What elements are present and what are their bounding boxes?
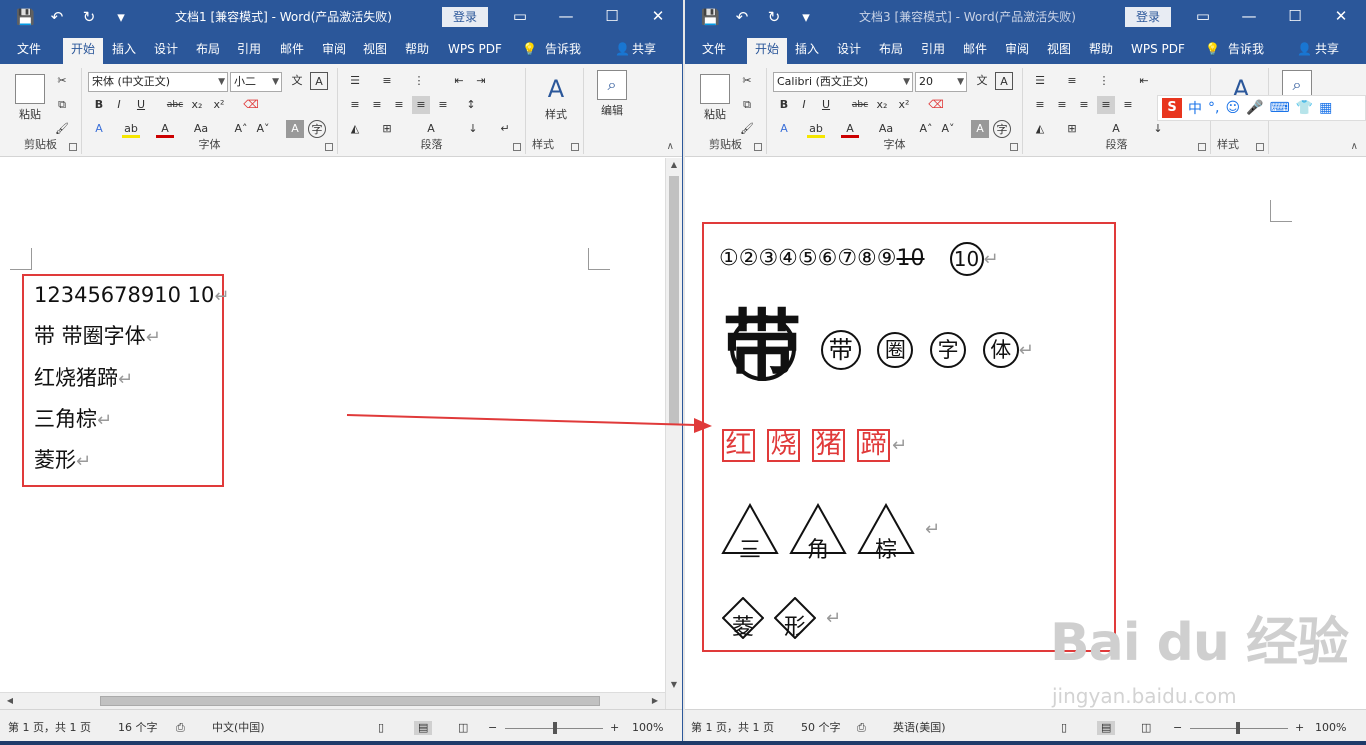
baidu-watermark: Bai du 经验 — [1050, 613, 1349, 673]
baidu-watermark-url: jingyan.baidu.com — [1052, 684, 1237, 708]
taskbar-edge — [0, 741, 1366, 745]
